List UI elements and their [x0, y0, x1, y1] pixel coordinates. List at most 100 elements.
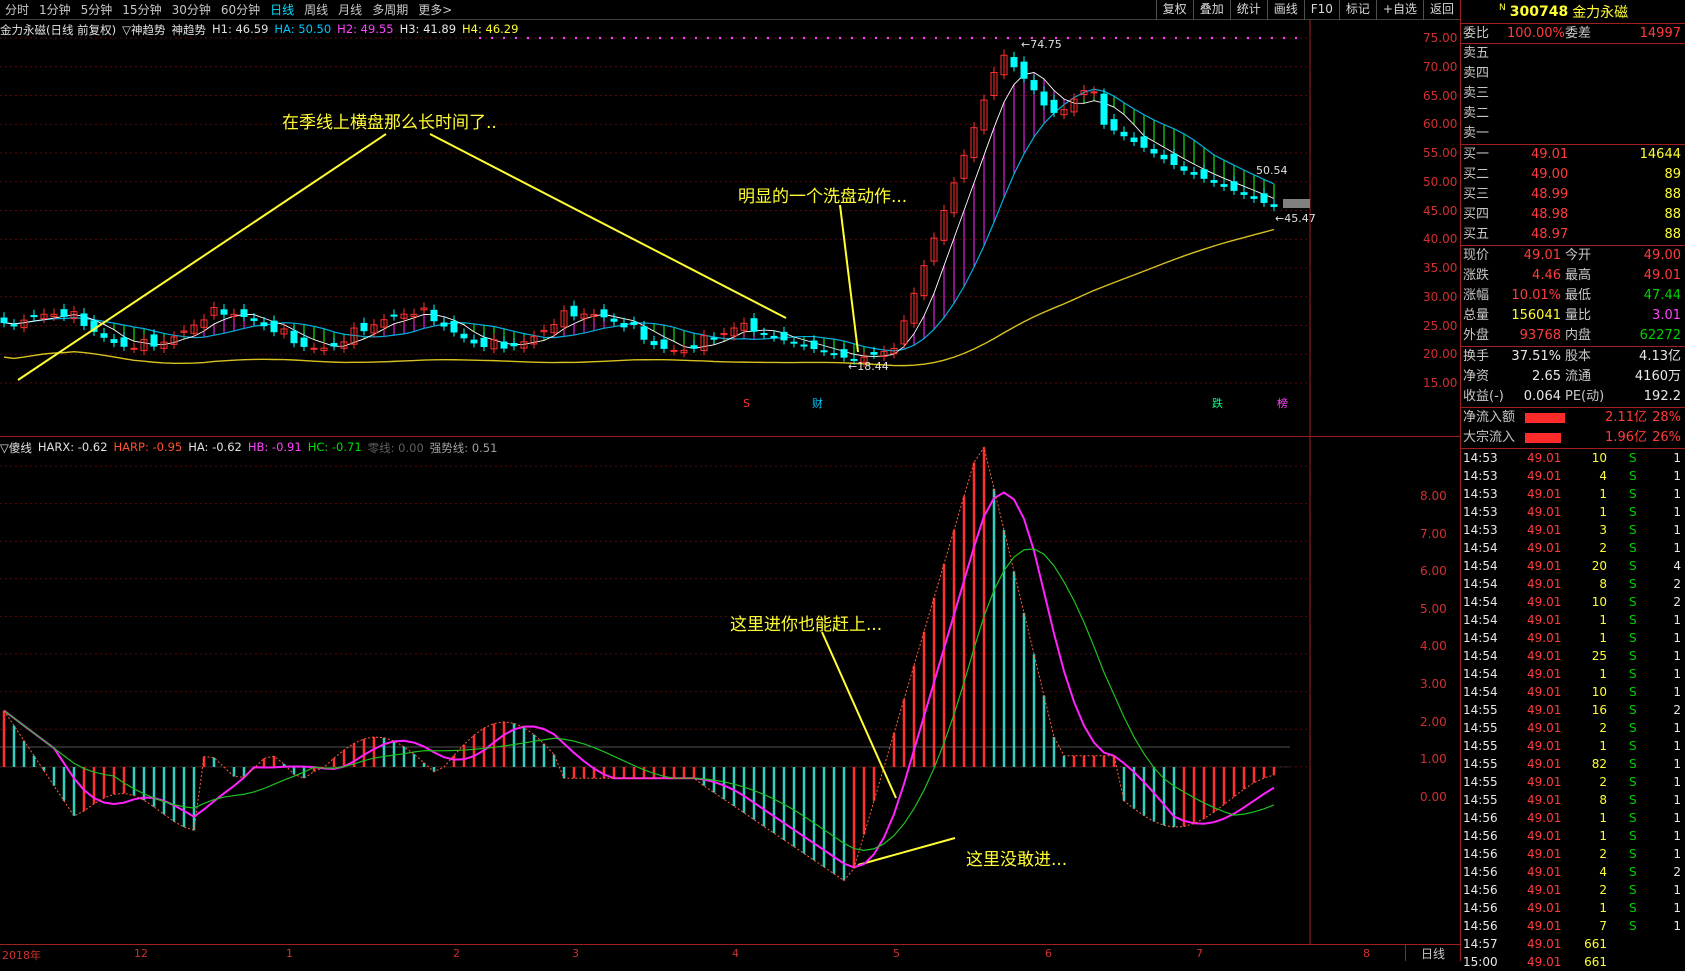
annotation-arrow [857, 837, 956, 866]
stat-value: 93768 [1519, 328, 1561, 343]
toolbar-button-5[interactable]: 标记 [1338, 0, 1376, 20]
period-tab-1[interactable]: 1分钟 [34, 0, 76, 20]
period-tab-10[interactable]: 更多> [413, 0, 457, 20]
sell-label: 卖五 [1463, 46, 1490, 61]
toolbar-button-6[interactable]: +自选 [1375, 0, 1423, 20]
buy-volume: 88 [1664, 207, 1681, 222]
buy-level: 买三 48.99 88 [1461, 185, 1685, 205]
tick-count: 1 [1673, 757, 1681, 771]
candle-body [1210, 180, 1218, 183]
period-tab-8[interactable]: 月线 [333, 0, 367, 20]
h3-value: H3: 41.89 [399, 22, 457, 36]
candle-body [760, 333, 768, 336]
tick-time: 14:57 [1463, 937, 1498, 951]
toolbar-button-2[interactable]: 统计 [1229, 0, 1267, 20]
tick-volume: 2 [1599, 721, 1607, 735]
stat-label: 今开 [1565, 248, 1592, 263]
signal-dot [778, 36, 782, 40]
tick-volume: 1 [1599, 829, 1607, 843]
buy-volume: 88 [1664, 187, 1681, 202]
tick-count: 1 [1673, 505, 1681, 519]
tick-count: 1 [1673, 631, 1681, 645]
signal-dot [1246, 36, 1250, 40]
toolbar-button-0[interactable]: 复权 [1155, 0, 1193, 20]
candle-body [290, 330, 298, 344]
toolbar-button-1[interactable]: 叠加 [1192, 0, 1230, 20]
signal-dot [1090, 36, 1094, 40]
period-tab-9[interactable]: 多周期 [367, 0, 413, 20]
tick-side: S [1629, 847, 1637, 861]
toolbar-button-7[interactable]: 返回 [1422, 0, 1460, 20]
candle-body [1200, 169, 1208, 179]
candle-body [1050, 99, 1058, 113]
buy-level: 买五 48.97 88 [1461, 225, 1685, 245]
candle-body [650, 341, 658, 346]
date-tick: 4 [732, 947, 739, 960]
signal-dot [1138, 36, 1142, 40]
signal-dot [862, 36, 866, 40]
tick-count: 1 [1673, 487, 1681, 501]
tick-price: 49.01 [1527, 829, 1562, 843]
tick-row: 14:55 49.01 82 S 1 [1461, 755, 1685, 773]
candle-body [780, 331, 788, 341]
flow-value: 2.11亿 [1605, 410, 1647, 425]
flow-label: 大宗流入 [1463, 430, 1516, 445]
signal-dot [1258, 36, 1262, 40]
tick-list[interactable]: 14:53 49.01 10 S 1 14:53 49.01 4 S 1 14:53 49.01 1 S 1… [1461, 449, 1685, 971]
buy-volume: 89 [1664, 167, 1681, 182]
candle-body [1130, 137, 1138, 143]
tick-price: 49.01 [1527, 577, 1562, 591]
tick-side: S [1629, 775, 1637, 789]
price-label: ←74.75 [1021, 38, 1062, 51]
indicator-tick: 1.00 [1420, 752, 1447, 767]
tick-row: 14:56 49.01 2 S 1 [1461, 845, 1685, 863]
stat-label: 最高 [1565, 268, 1592, 283]
price-tick: 15.00 [1423, 376, 1458, 390]
period-tab-0[interactable]: 分时 [0, 0, 34, 20]
signal-dot [766, 36, 770, 40]
toolbar-button-4[interactable]: F10 [1303, 0, 1339, 20]
signal-dot [682, 36, 686, 40]
period-label[interactable]: 日线 [1405, 945, 1460, 961]
signal-dot [814, 36, 818, 40]
period-tab-6[interactable]: 日线 [265, 0, 299, 20]
stat-label: 涨跌 [1463, 268, 1490, 283]
price-tick: 35.00 [1423, 261, 1458, 275]
candle-body [60, 309, 68, 317]
pane-divider[interactable] [0, 436, 1460, 437]
indicator-tick: 0.00 [1420, 789, 1447, 804]
period-tab-3[interactable]: 15分钟 [117, 0, 166, 20]
ha-sub-value: HA: -0.62 [188, 440, 242, 454]
toolbar-button-3[interactable]: 画线 [1266, 0, 1304, 20]
period-tab-4[interactable]: 30分钟 [167, 0, 216, 20]
period-tab-7[interactable]: 周线 [299, 0, 333, 20]
tick-time: 14:55 [1463, 757, 1498, 771]
signal-dot [790, 36, 794, 40]
tick-row: 14:54 49.01 8 S 2 [1461, 575, 1685, 593]
tick-side: S [1629, 505, 1637, 519]
candle-body [10, 324, 18, 327]
signal-dot [982, 36, 986, 40]
indicator-tick: 3.00 [1420, 677, 1447, 691]
buy-label: 买一 [1463, 147, 1490, 162]
signal-dot [922, 36, 926, 40]
signal-dot [634, 36, 638, 40]
period-tab-5[interactable]: 60分钟 [216, 0, 265, 20]
indicator-name[interactable]: ▽神趋势 [122, 22, 165, 38]
sub-indicator-name[interactable]: ▽傻线 [0, 440, 32, 456]
kline-chart[interactable]: ←74.75 ←18.44 50.54 ←45.47 S 财 跌 榜 [0, 0, 1460, 944]
sell-level: 卖四 [1461, 64, 1685, 84]
tick-side: S [1629, 829, 1637, 843]
signal-dot [526, 36, 530, 40]
buy-price: 48.98 [1531, 207, 1569, 222]
tick-side: S [1629, 757, 1637, 771]
candle-body [310, 347, 318, 350]
tick-time: 14:56 [1463, 919, 1498, 933]
candle-body [480, 337, 488, 348]
price-label: 跌 [1212, 396, 1223, 410]
signal-dot [898, 36, 902, 40]
signal-dot [622, 36, 626, 40]
period-tab-2[interactable]: 5分钟 [76, 0, 118, 20]
candle-body [620, 323, 628, 328]
price-label: 榜 [1277, 396, 1288, 410]
